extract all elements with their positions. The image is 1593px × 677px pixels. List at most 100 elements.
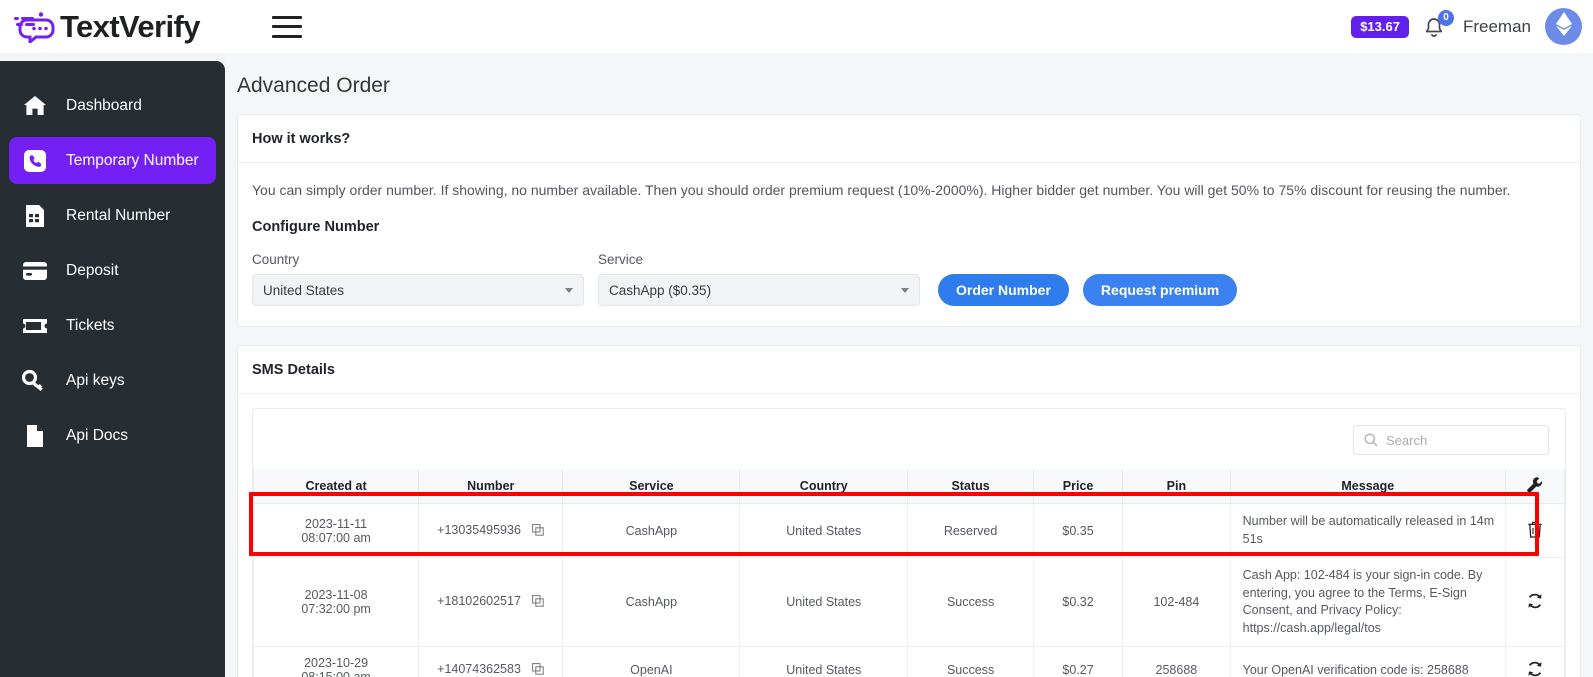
cell-number: +14074362583 <box>419 647 563 677</box>
search-input[interactable]: Search <box>1353 425 1549 455</box>
username-label[interactable]: Freeman <box>1463 17 1531 37</box>
textverify-logo-icon <box>14 11 58 43</box>
column-country[interactable]: Country <box>740 469 908 504</box>
service-label: Service <box>598 252 920 267</box>
how-it-works-heading: How it works? <box>238 115 1580 163</box>
country-select[interactable]: United States <box>252 274 584 306</box>
sidebar-item-label: Api keys <box>66 372 125 390</box>
phone-icon <box>22 148 48 174</box>
table-header-row: Created at Number Service Country Status… <box>254 469 1565 504</box>
sidebar-item-label: Deposit <box>66 262 119 280</box>
cell-price: $0.32 <box>1034 558 1123 647</box>
country-label: Country <box>252 252 584 267</box>
cell-country: United States <box>740 558 908 647</box>
avatar[interactable] <box>1545 8 1582 45</box>
main-content: Advanced Order How it works? You can sim… <box>225 53 1593 677</box>
ethereum-diamond-icon <box>1555 11 1573 42</box>
table-row[interactable]: 2023-11-08 07:32:00 pm +18102602517 <box>254 558 1565 647</box>
sms-table-container: Search Created at Number Service <box>252 408 1566 677</box>
service-selected-value: CashApp ($0.35) <box>609 283 711 298</box>
search-placeholder-text: Search <box>1386 433 1427 448</box>
sidebar-item-deposit[interactable]: Deposit <box>9 247 216 294</box>
brand-logo[interactable]: TextVerify <box>14 9 200 45</box>
sms-table-header: Created at Number Service Country Status… <box>254 469 1565 504</box>
search-row: Search <box>253 409 1565 469</box>
created-at-date: 2023-11-08 <box>262 588 410 602</box>
chevron-down-icon <box>565 288 573 293</box>
bell-icon <box>1423 27 1445 44</box>
column-pin[interactable]: Pin <box>1123 469 1231 504</box>
copy-icon[interactable] <box>532 525 544 539</box>
notifications-button[interactable]: 0 <box>1423 12 1449 42</box>
cell-action <box>1505 558 1564 647</box>
country-selected-value: United States <box>263 283 344 298</box>
column-number[interactable]: Number <box>419 469 563 504</box>
cell-service: OpenAI <box>563 647 740 677</box>
configure-form-row: Country United States Service CashApp ($… <box>252 252 1566 306</box>
how-it-works-card: How it works? You can simply order numbe… <box>237 114 1581 327</box>
cell-created-at: 2023-10-29 08:15:00 am <box>254 647 419 677</box>
hamburger-menu-icon[interactable] <box>272 16 302 38</box>
sidebar-item-api-docs[interactable]: Api Docs <box>9 412 216 459</box>
cell-message: Your OpenAI verification code is: 258688 <box>1230 647 1505 677</box>
balance-badge[interactable]: $13.67 <box>1351 16 1409 38</box>
cell-country: United States <box>740 647 908 677</box>
cell-number: +18102602517 <box>419 558 563 647</box>
cell-status: Success <box>908 647 1034 677</box>
sidebar-item-temporary-number[interactable]: Temporary Number <box>9 137 216 184</box>
sms-details-body: Search Created at Number Service <box>238 394 1580 677</box>
trash-icon[interactable] <box>1526 520 1544 542</box>
refresh-icon[interactable] <box>1526 592 1544 613</box>
sidebar-item-api-keys[interactable]: Api keys <box>9 357 216 404</box>
cell-price: $0.27 <box>1034 647 1123 677</box>
column-service[interactable]: Service <box>563 469 740 504</box>
table-row[interactable]: 2023-11-11 08:07:00 am +13035495936 <box>254 504 1565 558</box>
home-icon <box>22 93 48 119</box>
sidebar-item-tickets[interactable]: Tickets <box>9 302 216 349</box>
cell-number: +13035495936 <box>419 504 563 558</box>
topbar-actions: $13.67 0 Freeman <box>1351 8 1582 45</box>
service-select[interactable]: CashApp ($0.35) <box>598 274 920 306</box>
cell-status: Success <box>908 558 1034 647</box>
cell-message: Cash App: 102-484 is your sign-in code. … <box>1230 558 1505 647</box>
sidebar-item-rental-number[interactable]: Rental Number <box>9 192 216 239</box>
created-at-date: 2023-11-11 <box>262 517 410 531</box>
country-field: Country United States <box>252 252 584 306</box>
column-actions <box>1505 469 1564 504</box>
sidebar-item-label: Dashboard <box>66 97 142 115</box>
copy-icon[interactable] <box>532 596 544 610</box>
number-value: +13035495936 <box>437 523 521 537</box>
sidebar: Dashboard Temporary Number Rental Number <box>0 61 225 677</box>
top-bar: TextVerify $13.67 0 Freeman <box>0 0 1593 53</box>
sidebar-item-label: Tickets <box>66 317 115 335</box>
column-message[interactable]: Message <box>1230 469 1505 504</box>
cell-created-at: 2023-11-08 07:32:00 pm <box>254 558 419 647</box>
sidebar-item-label: Rental Number <box>66 207 170 225</box>
column-created-at[interactable]: Created at <box>254 469 419 504</box>
cell-service: CashApp <box>563 558 740 647</box>
configure-number-heading: Configure Number <box>252 219 1566 235</box>
cell-action <box>1505 504 1564 558</box>
column-status[interactable]: Status <box>908 469 1034 504</box>
how-it-works-body: You can simply order number. If showing,… <box>238 163 1580 326</box>
sms-details-card: SMS Details Search <box>237 345 1581 677</box>
sms-table: Created at Number Service Country Status… <box>253 469 1565 677</box>
cell-price: $0.35 <box>1034 504 1123 558</box>
column-price[interactable]: Price <box>1034 469 1123 504</box>
brand-name: TextVerify <box>60 9 200 45</box>
request-premium-button[interactable]: Request premium <box>1083 274 1237 306</box>
order-number-button[interactable]: Order Number <box>938 274 1069 306</box>
sms-details-heading: SMS Details <box>238 346 1580 394</box>
refresh-icon[interactable] <box>1526 660 1544 677</box>
cell-status: Reserved <box>908 504 1034 558</box>
sidebar-item-dashboard[interactable]: Dashboard <box>9 82 216 129</box>
sms-table-body: 2023-11-11 08:07:00 am +13035495936 <box>254 504 1565 677</box>
cell-service: CashApp <box>563 504 740 558</box>
page-title: Advanced Order <box>225 53 1593 98</box>
copy-icon[interactable] <box>532 664 544 677</box>
sidebar-item-label: Api Docs <box>66 427 128 445</box>
table-row[interactable]: 2023-10-29 08:15:00 am +14074362583 <box>254 647 1565 677</box>
sidebar-item-label: Temporary Number <box>66 152 199 170</box>
cell-country: United States <box>740 504 908 558</box>
created-at-time: 08:15:00 am <box>262 670 410 677</box>
